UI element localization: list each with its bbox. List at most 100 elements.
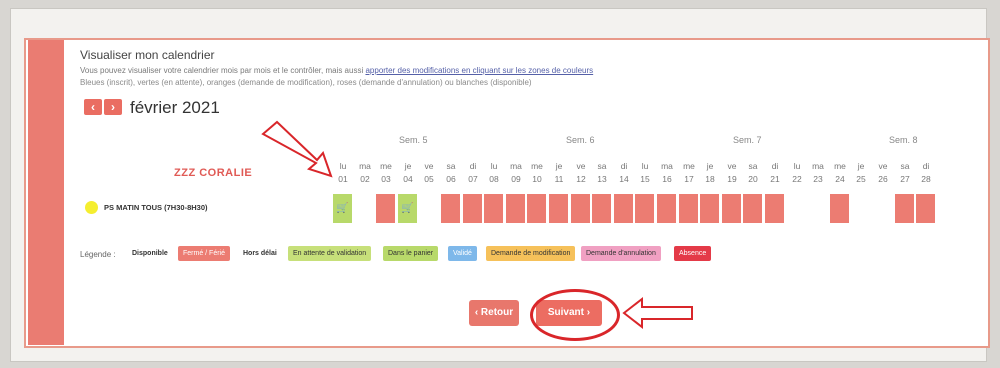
day-number: 15 [640, 174, 650, 184]
next-month-button[interactable]: › [104, 99, 122, 115]
month-navigation: ‹ › [84, 99, 122, 115]
annotation-arrow-left [622, 296, 693, 330]
day-of-week: ve [878, 161, 888, 171]
description-link[interactable]: apporter des modifications en cliquant s… [365, 66, 593, 75]
day-of-week: ma [510, 161, 522, 171]
panel-description: Vous pouvez visualiser votre calendrier … [80, 66, 593, 75]
week-label: Sem. 6 [566, 135, 595, 145]
day-number: 08 [489, 174, 499, 184]
day-of-week: ma [661, 161, 673, 171]
day-of-week: lu [641, 161, 649, 171]
week-label: Sem. 7 [733, 135, 762, 145]
day-of-week: ma [359, 161, 371, 171]
day-number: 24 [835, 174, 845, 184]
legend-item: Fermé / Férié [178, 246, 231, 261]
day-number: 19 [727, 174, 737, 184]
day-of-week: me [531, 161, 543, 171]
legend-item: Dans le panier [383, 246, 439, 261]
day-number: 06 [446, 174, 456, 184]
day-of-week: ve [576, 161, 586, 171]
day-number: 04 [403, 174, 413, 184]
day-number: 18 [705, 174, 715, 184]
panel-title: Visualiser mon calendrier [80, 48, 215, 62]
day-of-week: di [469, 161, 477, 171]
legend-title: Légende : [80, 250, 116, 259]
calendar-cell-in-basket[interactable]: 🛒 [333, 194, 352, 223]
calendar-cell-closed[interactable] [592, 194, 611, 223]
legend-item: Hors délai [243, 250, 277, 257]
calendar-cell-closed[interactable] [441, 194, 460, 223]
legend-item: Demande d'annulation [581, 246, 661, 261]
prev-month-button[interactable]: ‹ [84, 99, 102, 115]
calendar-cell-closed[interactable] [722, 194, 741, 223]
day-number: 21 [770, 174, 780, 184]
color-key-description: Bleues (inscrit), vertes (en attente), o… [80, 78, 532, 87]
current-month-label: février 2021 [130, 98, 220, 117]
day-number: 05 [424, 174, 434, 184]
day-number: 17 [684, 174, 694, 184]
day-number: 09 [511, 174, 521, 184]
week-label: Sem. 5 [399, 135, 428, 145]
day-of-week: sa [446, 161, 456, 171]
calendar-cell-closed[interactable] [506, 194, 525, 223]
day-of-week: sa [900, 161, 910, 171]
day-number: 22 [792, 174, 802, 184]
calendar-cell-closed[interactable] [679, 194, 698, 223]
day-of-week: me [380, 161, 392, 171]
annotation-circle [530, 289, 620, 341]
day-number: 07 [468, 174, 478, 184]
day-number: 14 [619, 174, 629, 184]
back-button[interactable]: ‹ Retour [469, 300, 519, 326]
day-of-week: ma [812, 161, 824, 171]
description-text: Vous pouvez visualiser votre calendrier … [80, 66, 366, 75]
day-number: 13 [597, 174, 607, 184]
day-of-week: sa [748, 161, 758, 171]
day-of-week: di [922, 161, 930, 171]
day-of-week: lu [793, 161, 801, 171]
calendar-cell-closed[interactable] [743, 194, 762, 223]
basket-icon: 🛒 [401, 203, 414, 214]
activity-label: PS MATIN TOUS (7H30-8H30) [104, 203, 208, 212]
row-status-dot [85, 201, 98, 214]
day-number: 25 [856, 174, 866, 184]
day-number: 23 [813, 174, 823, 184]
calendar-cell-closed[interactable] [657, 194, 676, 223]
calendar-cell-closed[interactable] [635, 194, 654, 223]
calendar-cell-closed[interactable] [895, 194, 914, 223]
calendar-cell-closed[interactable] [527, 194, 546, 223]
calendar-cell-closed[interactable] [463, 194, 482, 223]
calendar-cell-closed[interactable] [549, 194, 568, 223]
day-of-week: di [620, 161, 628, 171]
legend-item: Validé [448, 246, 477, 261]
day-of-week: me [834, 161, 846, 171]
calendar-cell-closed[interactable] [484, 194, 503, 223]
day-of-week: je [857, 161, 865, 171]
day-number: 26 [878, 174, 888, 184]
calendar-cell-closed[interactable] [700, 194, 719, 223]
calendar-cell-closed[interactable] [765, 194, 784, 223]
side-accent-bar [28, 40, 64, 345]
calendar-cell-in-basket[interactable]: 🛒 [398, 194, 417, 223]
legend-item: Demande de modification [486, 246, 576, 261]
day-of-week: je [404, 161, 412, 171]
calendar-cell-closed[interactable] [614, 194, 633, 223]
legend-item: Absence [674, 246, 712, 261]
annotation-arrow-down [261, 120, 333, 178]
calendar-cell-closed[interactable] [916, 194, 935, 223]
day-of-week: di [771, 161, 779, 171]
day-number: 16 [662, 174, 672, 184]
day-of-week: me [683, 161, 695, 171]
calendar-cell-closed[interactable] [376, 194, 395, 223]
user-name: ZZZ CORALIE [174, 167, 253, 179]
day-of-week: ve [727, 161, 737, 171]
day-of-week: sa [597, 161, 607, 171]
day-of-week: ve [424, 161, 434, 171]
day-number: 10 [532, 174, 542, 184]
day-number: 02 [360, 174, 370, 184]
day-of-week: je [706, 161, 714, 171]
calendar-cell-closed[interactable] [830, 194, 849, 223]
day-number: 03 [381, 174, 391, 184]
week-label: Sem. 8 [889, 135, 918, 145]
day-number: 20 [748, 174, 758, 184]
calendar-cell-closed[interactable] [571, 194, 590, 223]
